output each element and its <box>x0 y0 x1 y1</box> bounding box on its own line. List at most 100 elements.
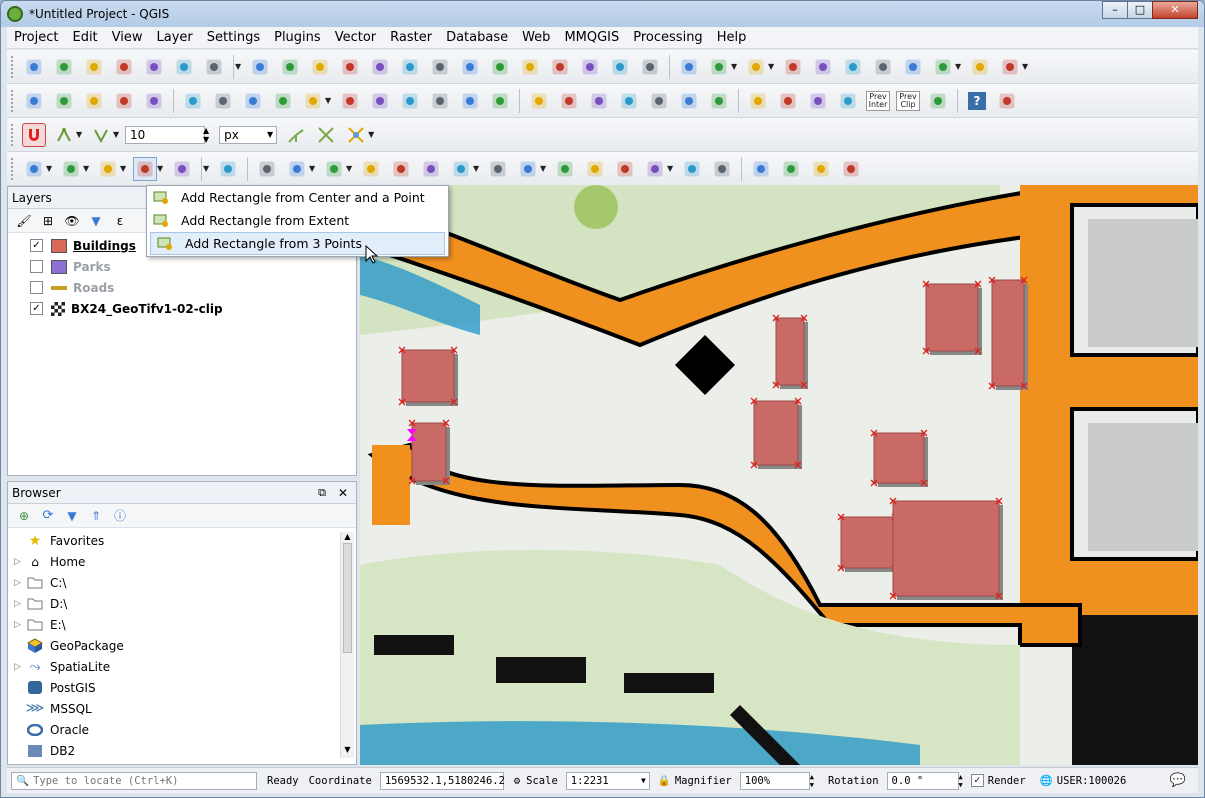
digitize-georef-icon[interactable] <box>216 157 240 181</box>
zoom-next-icon[interactable] <box>518 55 542 79</box>
browser-item[interactable]: ▷ E:\ <box>8 614 338 635</box>
popup-item-1[interactable]: Add Rectangle from Center and a Point <box>147 186 448 209</box>
expression-filter-icon[interactable]: ε <box>111 209 129 233</box>
pan-icon[interactable] <box>248 55 272 79</box>
reshape-icon[interactable] <box>419 157 443 181</box>
scale-select[interactable]: 1:2231 ▼ <box>565 771 650 790</box>
styling-icon[interactable] <box>836 89 860 113</box>
scrollbar-thumb[interactable] <box>343 543 352 653</box>
move-label-icon[interactable] <box>617 89 641 113</box>
snap-intersection-icon[interactable] <box>314 123 338 147</box>
expand-arrow-icon[interactable]: ▷ <box>14 557 26 567</box>
layer-row[interactable]: Parks <box>8 256 356 277</box>
style-manager-dropdown[interactable]: ▼ <box>235 62 243 71</box>
fill-ring-dropdown[interactable]: ▼ <box>346 164 354 173</box>
popup-item-3[interactable]: Add Rectangle from 3 Points <box>150 232 445 255</box>
annotation-icon[interactable] <box>968 55 992 79</box>
crs-icon[interactable] <box>995 89 1019 113</box>
building-polygon[interactable] <box>411 422 447 482</box>
offset-point-symbols-dropdown[interactable]: ▼ <box>667 164 675 173</box>
layer-row[interactable]: ✓ BX24_GeoTifv1-02-clip <box>8 298 356 319</box>
map-render[interactable] <box>360 185 1198 765</box>
browser-item[interactable]: DB2 <box>8 740 338 761</box>
magnet-snapping-icon[interactable] <box>22 122 46 147</box>
render-checkbox[interactable]: ✓ <box>970 774 984 787</box>
fill-ring-icon[interactable] <box>322 157 346 181</box>
add-ellipse-dropdown[interactable]: ▼ <box>120 164 128 173</box>
map-canvas[interactable] <box>360 185 1198 765</box>
maximize-button[interactable]: □ <box>1127 1 1153 19</box>
menu-plugins[interactable]: Plugins <box>267 27 328 49</box>
float-panel-icon[interactable]: ⧉ <box>318 486 326 500</box>
building-polygon[interactable] <box>753 400 799 466</box>
new-project-icon[interactable] <box>22 55 46 79</box>
menu-web[interactable]: Web <box>515 27 557 49</box>
add-ring-icon[interactable] <box>255 157 279 181</box>
layer-visibility-checkbox[interactable]: ✓ <box>30 239 43 252</box>
building-polygon[interactable] <box>925 283 979 352</box>
zoom-full-icon[interactable] <box>398 55 422 79</box>
toggle-editing-icon[interactable] <box>142 89 166 113</box>
coordinate-toggle-icon[interactable]: ⚙ <box>514 775 520 787</box>
menu-layer[interactable]: Layer <box>150 27 200 49</box>
add-feature-icon[interactable] <box>211 89 235 113</box>
menu-settings[interactable]: Settings <box>200 27 267 49</box>
delete-selected-icon[interactable] <box>338 89 362 113</box>
zoom-in-icon[interactable] <box>308 55 332 79</box>
redo-icon[interactable] <box>488 89 512 113</box>
building-polygon[interactable] <box>991 279 1025 387</box>
layer-visibility-checkbox[interactable]: ✓ <box>30 302 43 315</box>
attribute-table-icon[interactable] <box>841 55 865 79</box>
measure-dropdown[interactable]: ▼ <box>955 62 963 71</box>
menu-raster[interactable]: Raster <box>383 27 439 49</box>
data-source-manager-icon[interactable] <box>22 89 46 113</box>
modify-attributes-icon[interactable] <box>301 89 325 113</box>
zoom-to-selection-icon[interactable] <box>428 55 452 79</box>
browser-item[interactable]: PostGIS <box>8 677 338 698</box>
move-icon[interactable] <box>809 157 833 181</box>
tolerance-input[interactable]: 10 <box>125 125 205 144</box>
map-tips-icon[interactable] <box>707 55 731 79</box>
modify-attributes-dropdown[interactable]: ▼ <box>325 96 333 105</box>
expand-arrow-icon[interactable]: ▷ <box>14 599 26 609</box>
save-project-icon[interactable] <box>82 55 106 79</box>
change-label-icon[interactable] <box>677 89 701 113</box>
split-parts-icon[interactable] <box>516 157 540 181</box>
curve-j2-icon[interactable] <box>779 157 803 181</box>
layer-row[interactable]: Roads <box>8 277 356 298</box>
copy-features-icon[interactable] <box>398 89 422 113</box>
add-ellipse-icon[interactable] <box>96 157 120 181</box>
identify-icon[interactable] <box>677 55 701 79</box>
rotate-point-symbols-icon[interactable] <box>613 157 637 181</box>
layout-manager-icon[interactable] <box>172 55 196 79</box>
add-selected-icon[interactable]: ⊕ <box>15 504 33 528</box>
lifebuoy-icon[interactable] <box>746 89 770 113</box>
building-polygon[interactable] <box>775 317 805 386</box>
zoom-out-icon[interactable] <box>338 55 362 79</box>
add-rectangle-dropdown[interactable]: ▼ <box>157 164 165 173</box>
prev-clip-icon[interactable]: Prev Clip <box>896 89 920 113</box>
undo-icon[interactable] <box>458 89 482 113</box>
style-manager-icon[interactable] <box>202 55 226 79</box>
pin-labels-icon[interactable] <box>557 89 581 113</box>
crs-label[interactable]: USER:100026 <box>1057 775 1127 787</box>
add-circle-icon[interactable] <box>59 157 83 181</box>
new-bookmark-icon[interactable] <box>578 55 602 79</box>
eye-icon[interactable]: 👁 <box>63 209 81 233</box>
prev-inter-icon[interactable]: Prev Inter <box>866 89 890 113</box>
rotation-spinner[interactable]: ▲ ▼ <box>959 773 963 789</box>
new-print-layout-icon[interactable] <box>142 55 166 79</box>
python-console-icon[interactable] <box>806 89 830 113</box>
expand-arrow-icon[interactable]: ▷ <box>14 578 26 588</box>
magnifier-input[interactable]: 100% <box>739 771 810 790</box>
select-features-icon[interactable] <box>744 55 768 79</box>
delete-ring-icon[interactable] <box>359 157 383 181</box>
offset-curve-icon[interactable] <box>449 157 473 181</box>
merge-attributes-icon[interactable] <box>583 157 607 181</box>
deselect-icon[interactable] <box>811 55 835 79</box>
expand-arrow-icon[interactable]: ▷ <box>14 620 26 630</box>
paste-features-icon[interactable] <box>428 89 452 113</box>
filter-icon[interactable]: ▼ <box>87 209 105 233</box>
add-group-icon[interactable]: ⊞ <box>39 209 57 233</box>
printer-icon[interactable] <box>926 89 950 113</box>
